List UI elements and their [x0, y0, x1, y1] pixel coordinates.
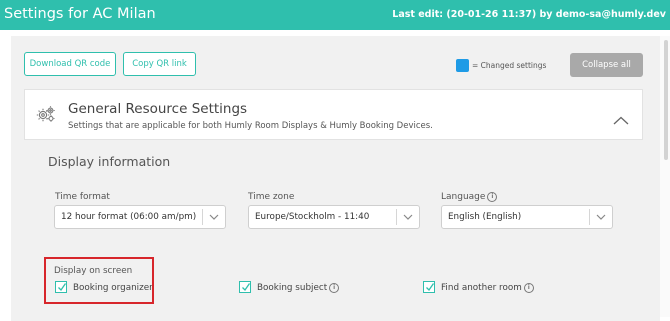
booking-subject-label: Booking subject i	[257, 283, 340, 293]
last-edit-info: Last edit: (20-01-26 11:37) by demo-sa@h…	[392, 9, 666, 20]
chevron-down-icon	[209, 212, 219, 225]
time-zone-label: Time zone	[248, 192, 295, 202]
general-resource-settings-header[interactable]: General Resource Settings Settings that …	[24, 89, 643, 140]
find-another-room-checkbox[interactable]	[423, 281, 435, 293]
download-qr-button[interactable]: Download QR code	[24, 52, 116, 76]
language-value: English (English)	[448, 212, 522, 222]
time-format-value: 12 hour format (06:00 am/pm)	[61, 212, 197, 222]
display-information-heading: Display information	[48, 154, 171, 169]
time-zone-value: Europe/Stockholm - 11:40	[255, 212, 370, 222]
find-another-room-label: Find another room i	[441, 283, 534, 293]
booking-subject-checkbox[interactable]	[239, 281, 251, 293]
top-bar: Settings for AC Milan Last edit: (20-01-…	[0, 0, 670, 30]
chevron-up-icon[interactable]	[613, 110, 629, 129]
language-label: Language i	[441, 192, 498, 202]
copy-qr-link-button[interactable]: Copy QR link	[123, 52, 196, 76]
time-format-label: Time format	[55, 192, 110, 202]
page-title: Settings for AC Milan	[4, 6, 156, 22]
info-icon[interactable]: i	[523, 283, 534, 293]
changed-settings-legend: = Changed settings	[472, 61, 547, 70]
checkmark-icon	[426, 283, 435, 292]
collapse-all-button[interactable]: Collapse all	[570, 53, 643, 77]
highlight-annotation	[44, 257, 154, 304]
time-zone-select[interactable]: Europe/Stockholm - 11:40	[248, 205, 420, 229]
chevron-down-icon	[596, 212, 606, 225]
time-format-select[interactable]: 12 hour format (06:00 am/pm)	[54, 205, 226, 229]
info-icon[interactable]: i	[487, 192, 498, 202]
checkmark-icon	[242, 283, 251, 292]
changed-settings-swatch	[456, 59, 469, 72]
section-title: General Resource Settings	[68, 101, 248, 117]
scrollbar-thumb[interactable]	[664, 40, 668, 160]
language-select[interactable]: English (English)	[441, 205, 613, 229]
chevron-down-icon	[403, 212, 413, 225]
gears-icon	[36, 105, 56, 127]
info-icon[interactable]: i	[329, 283, 340, 293]
section-subtitle: Settings that are applicable for both Hu…	[68, 121, 433, 131]
